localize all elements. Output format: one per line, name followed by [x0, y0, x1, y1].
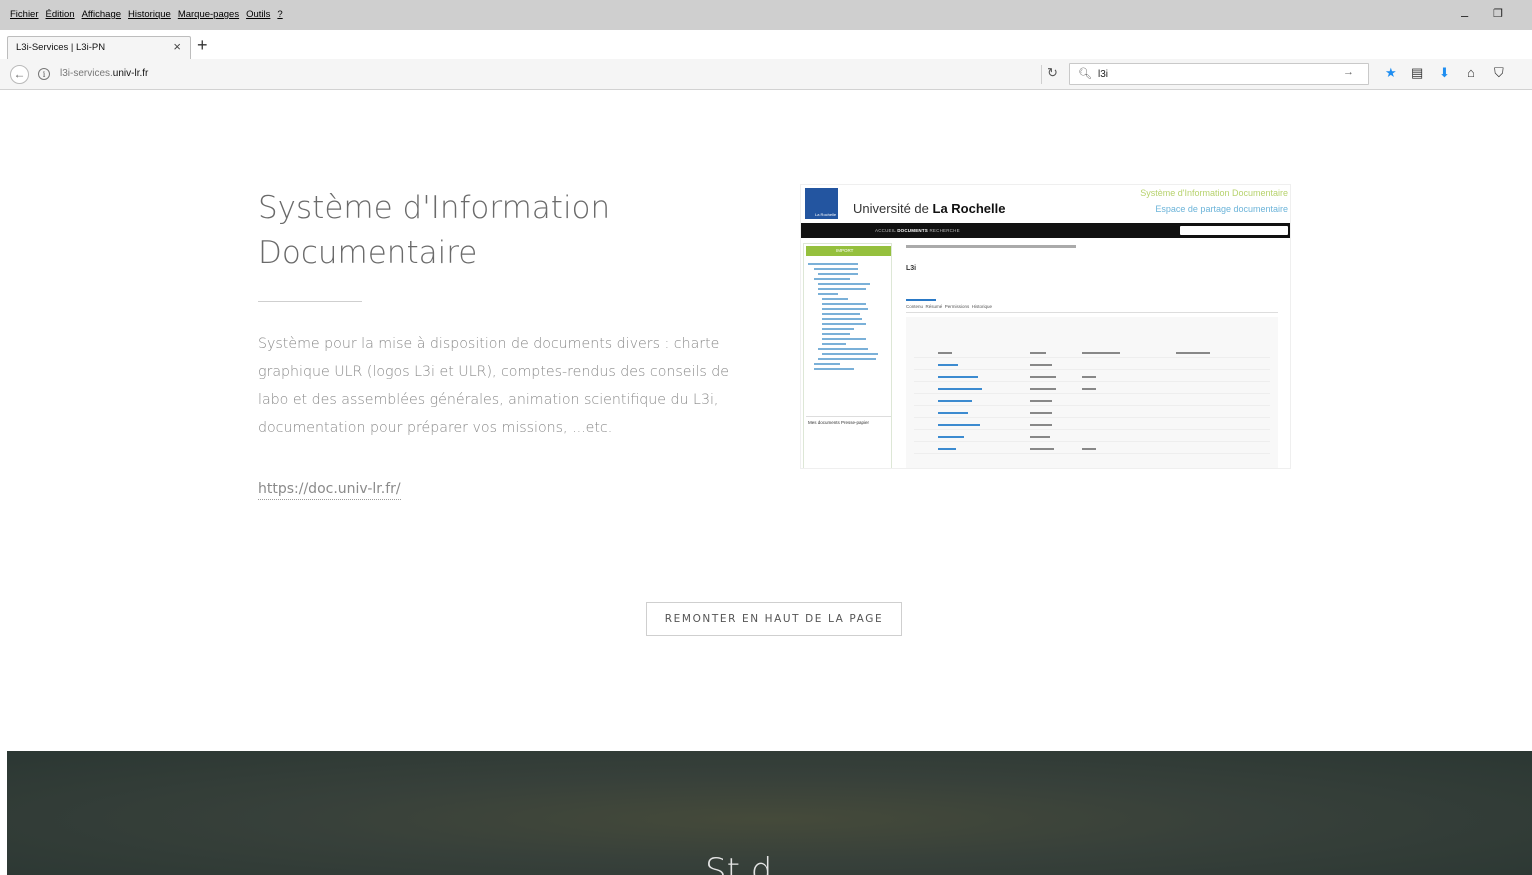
- menu-bar: Fichier Édition Affichage Historique Mar…: [0, 0, 1532, 30]
- thumb-univ-name: Université de La Rochelle: [853, 201, 1006, 216]
- thumb-system-title: Système d'Information Documentaire: [1140, 188, 1288, 198]
- menu-file[interactable]: Fichier: [10, 9, 39, 20]
- section-description: Système pour la mise à disposition de do…: [258, 336, 730, 436]
- thumb-import-button: IMPORT: [806, 246, 891, 256]
- menu-help[interactable]: ?: [277, 9, 282, 20]
- info-icon[interactable]: i: [38, 68, 50, 80]
- doc-link[interactable]: https://doc.univ-lr.fr/: [258, 481, 401, 500]
- menu-bookmarks[interactable]: Marque-pages: [178, 9, 239, 20]
- univ-logo: La Rochelle: [805, 188, 838, 219]
- thumb-nav: ACCUEIL DOCUMENTS RECHERCHE: [801, 223, 1290, 238]
- title-divider: [258, 301, 362, 302]
- back-to-top-button[interactable]: REMONTER EN HAUT DE LA PAGE: [646, 602, 902, 636]
- url-domain: univ-lr.fr: [112, 68, 149, 79]
- thumb-tabs: Contenu Résumé Permissions Historique: [906, 299, 1278, 313]
- menu-edit[interactable]: Édition: [46, 9, 75, 20]
- bookmarks-list-icon[interactable]: ▤: [1411, 66, 1423, 79]
- url-bar[interactable]: l3i-services.univ-lr.fr: [60, 68, 148, 79]
- menu-history[interactable]: Historique: [128, 9, 171, 20]
- browser-tab[interactable]: L3i-Services | L3i-PN ×: [7, 36, 191, 59]
- dark-section-title: St d: [705, 851, 773, 875]
- home-icon[interactable]: ⌂: [1467, 66, 1475, 79]
- tab-title: L3i-Services | L3i-PN: [16, 42, 106, 53]
- new-tab-icon[interactable]: +: [197, 36, 208, 54]
- search-icon: 🔍︎: [1078, 68, 1092, 80]
- download-icon[interactable]: ⬇: [1439, 66, 1450, 79]
- dark-section: St d: [7, 751, 1532, 875]
- section-title: Système d'Information Documentaire: [258, 190, 611, 271]
- menu: Fichier Édition Affichage Historique Mar…: [10, 9, 283, 20]
- menu-tools[interactable]: Outils: [246, 9, 270, 20]
- restore-icon[interactable]: ❐: [1493, 9, 1503, 20]
- thumb-table: [906, 317, 1278, 468]
- minimize-icon[interactable]: –: [1461, 9, 1468, 22]
- thumb-search-box: [1180, 226, 1288, 235]
- url-prefix: l3i-services.: [60, 68, 113, 79]
- thumb-tree: [808, 260, 890, 416]
- menu-view[interactable]: Affichage: [82, 9, 121, 20]
- search-input[interactable]: 🔍︎ l3i: [1069, 63, 1369, 85]
- navigation-bar: ← i l3i-services.univ-lr.fr ↻ 🔍︎ l3i → ★…: [0, 59, 1532, 90]
- separator: [1041, 65, 1042, 84]
- bookmark-star-icon[interactable]: ★: [1385, 66, 1397, 79]
- screenshot-image: La Rochelle Université de La Rochelle Sy…: [800, 184, 1291, 469]
- search-go-icon[interactable]: →: [1343, 66, 1354, 78]
- thumb-breadcrumb: [906, 245, 1076, 248]
- thumb-mydocs: Mes documents Presse-papier: [806, 416, 891, 466]
- reload-icon[interactable]: ↻: [1047, 66, 1058, 79]
- thumb-l3i-title: L3i: [906, 265, 917, 272]
- back-arrow-icon[interactable]: ←: [10, 65, 29, 84]
- search-value: l3i: [1098, 69, 1109, 80]
- pocket-icon[interactable]: ⛉: [1494, 66, 1504, 79]
- tab-close-icon[interactable]: ×: [173, 40, 181, 53]
- thumb-system-subtitle: Espace de partage documentaire: [1155, 204, 1288, 214]
- thumb-sidebar: IMPORT Mes documents Presse-papier: [803, 243, 892, 468]
